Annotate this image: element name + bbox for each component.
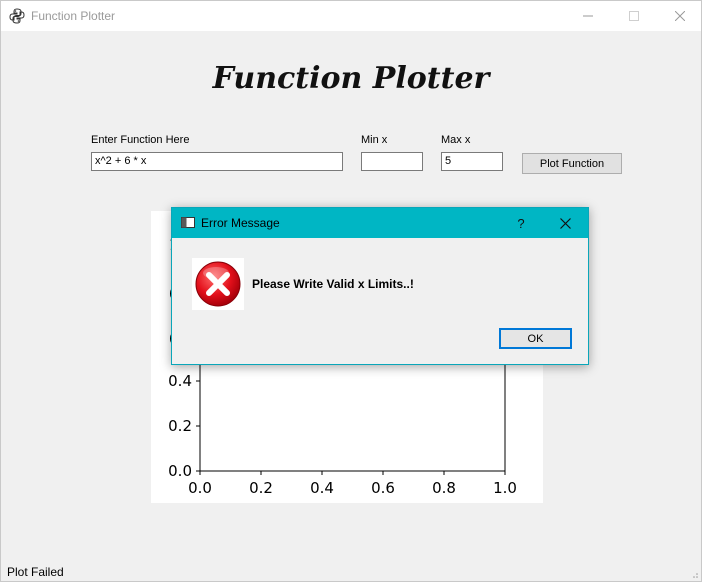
min-x-label: Min x	[361, 134, 388, 146]
dialog-title: Error Message	[201, 216, 280, 230]
error-icon	[195, 261, 241, 307]
function-label: Enter Function Here	[91, 134, 190, 146]
function-input[interactable]: x^2 + 6 * x	[91, 152, 343, 171]
x-tick-label: 0.6	[371, 479, 395, 497]
title-bar[interactable]: Function Plotter	[1, 1, 701, 31]
x-tick-label: 0.2	[249, 479, 273, 497]
help-button[interactable]: ?	[501, 208, 541, 238]
x-tick-label: 0.0	[188, 479, 212, 497]
python-icon	[9, 8, 25, 24]
maximize-icon	[629, 11, 639, 21]
min-x-input[interactable]	[361, 152, 423, 171]
close-icon	[559, 217, 571, 229]
dialog-title-bar[interactable]: Error Message ?	[172, 208, 588, 238]
x-tick-label: 0.4	[310, 479, 334, 497]
resize-grip-icon[interactable]	[689, 569, 699, 579]
plot-function-button[interactable]: Plot Function	[522, 153, 622, 174]
max-x-input[interactable]: 5	[441, 152, 503, 171]
ok-button[interactable]: OK	[499, 328, 572, 349]
dialog-close-button[interactable]	[545, 208, 585, 238]
x-tick-label: 0.8	[432, 479, 456, 497]
error-dialog: Error Message ? Please Write Valid x Lim…	[171, 207, 589, 365]
app-heading: Function Plotter	[212, 61, 490, 96]
error-message: Please Write Valid x Limits..!	[252, 277, 414, 291]
close-button[interactable]	[657, 1, 701, 31]
close-icon	[675, 11, 685, 21]
minimize-icon	[583, 15, 593, 17]
minimize-button[interactable]	[565, 1, 611, 31]
maximize-button[interactable]	[611, 1, 657, 31]
window-title: Function Plotter	[31, 9, 116, 23]
status-bar-text: Plot Failed	[7, 565, 64, 579]
max-x-label: Max x	[441, 134, 471, 146]
x-tick-label: 1.0	[493, 479, 517, 497]
y-tick-label: 0.0	[168, 462, 192, 480]
error-icon-frame	[192, 258, 244, 310]
y-tick-label: 0.2	[168, 417, 192, 435]
window-icon	[181, 217, 195, 228]
y-tick-label: 0.4	[168, 372, 192, 390]
